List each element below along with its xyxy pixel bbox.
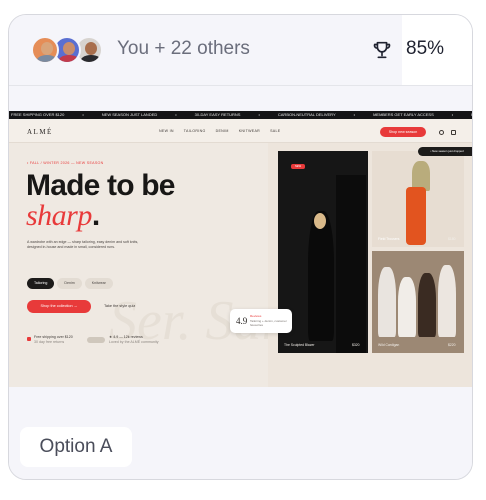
- site-nav: ALMÉ NEW IN TAILORING DENIM KNITWEAR SALE Sh…: [9, 119, 472, 143]
- avatar-face: [63, 42, 75, 55]
- card-header: You + 22 others 85%: [9, 15, 472, 85]
- tile-caption: Wild Cardigan: [378, 343, 400, 347]
- model-group: [378, 267, 396, 337]
- nav-links: NEW IN TAILORING DENIM KNITWEAR SALE: [159, 129, 280, 133]
- new-season-badge: • New season just dropped: [418, 147, 472, 156]
- category-pill: Tailoring: [27, 278, 55, 289]
- ticker-item: FREE SHIPPING: [471, 111, 472, 119]
- shipping-icon: [27, 337, 31, 341]
- site-logo: ALMÉ: [27, 128, 53, 136]
- ticker-item: •: [353, 112, 356, 117]
- hero-description: A wardrobe with an edge — sharp tailorin…: [27, 240, 139, 250]
- model-group: [438, 265, 456, 337]
- nav-link: SALE: [270, 129, 281, 133]
- tile-caption: The Sculpted Blazer: [284, 343, 315, 347]
- new-badge: NEW: [291, 164, 305, 169]
- nav-link: KNITWEAR: [238, 129, 261, 133]
- reviewer-avatars: [87, 337, 105, 343]
- nav-link: TAILORING: [183, 129, 206, 133]
- ticker-item: •: [258, 112, 260, 117]
- rating-title: Reviews: [250, 314, 262, 318]
- rating-subtitle: Tailoring + denim, customer favourites: [250, 319, 287, 327]
- product-collage: NEW The Sculpted Blazer $320 Field Trous…: [268, 143, 472, 387]
- avatar-group: [31, 36, 111, 66]
- avatar-body: [58, 55, 79, 62]
- model-trousers: [406, 187, 426, 245]
- ticker-item: MEMBERS GET EARLY ACCESS: [373, 112, 434, 117]
- tile-price: $320: [352, 343, 360, 347]
- score-box: 85%: [402, 15, 472, 85]
- ticker-item: •: [82, 112, 84, 117]
- ticker-item: CARBON-NEUTRAL DELIVERY: [277, 112, 336, 117]
- category-pill: Denim: [57, 278, 82, 289]
- model-group: [398, 277, 416, 337]
- accent-word: sharp: [26, 199, 92, 232]
- tile-price: $220: [448, 343, 456, 347]
- ticker-item: NEW SEASON JUST LANDED: [101, 112, 158, 117]
- participants-label: You + 22 others: [117, 38, 250, 59]
- hero-headline-accent: sharp.: [26, 199, 100, 233]
- announcement-ticker: FREE SHIPPING OVER $120 • NEW SEASON JUST …: [9, 111, 472, 119]
- tile-backdrop: [336, 175, 366, 353]
- option-card[interactable]: You + 22 others 85% FREE SHIPPING OVER $…: [8, 14, 473, 480]
- model-figure: [308, 211, 334, 341]
- category-pill: Knitwear: [84, 278, 113, 289]
- shop-new-season-button: Shop new season: [380, 127, 426, 137]
- product-tile-cardigan: Wild Cardigan $220: [372, 251, 464, 353]
- nav-link: NEW IN: [159, 129, 174, 133]
- header-divider: [9, 85, 472, 86]
- website-preview: FREE SHIPPING OVER $120 • NEW SEASON JUST …: [9, 111, 472, 387]
- model-head: [314, 213, 326, 229]
- style-quiz-link: Take the style quiz: [104, 304, 136, 308]
- rating-value: 4.9: [236, 316, 248, 326]
- category-pills: Tailoring Denim Knitwear: [27, 278, 113, 289]
- reviews-info: ★ 4.9 — 12k reviews Loved by the ALMÉ co…: [109, 335, 159, 345]
- tile-price: $180: [448, 237, 456, 241]
- tile-caption: Field Trousers: [378, 237, 400, 241]
- option-label[interactable]: Option A: [20, 427, 132, 467]
- ticker-item: •: [451, 112, 454, 117]
- trophy-icon: [373, 41, 391, 59]
- avatar-1: [31, 36, 59, 64]
- avatar-face: [41, 42, 53, 55]
- shop-collection-button: Shop the collection →: [27, 300, 91, 313]
- avatar-body: [36, 55, 57, 62]
- model-group: [418, 273, 436, 337]
- hero-headline: Made to be: [26, 169, 175, 202]
- search-icon: [439, 130, 444, 135]
- shipping-info: Free shipping over $120 30 day free retu…: [34, 335, 73, 345]
- nav-link: DENIM: [215, 129, 229, 133]
- headline-dot: .: [91, 199, 100, 232]
- avatar-body: [80, 55, 101, 62]
- score-percentage: 85%: [406, 38, 445, 59]
- reviews-line-2: Loved by the ALMÉ community: [109, 340, 159, 344]
- product-tile-trousers: Field Trousers $180: [372, 151, 464, 247]
- rating-card: 4.9 Reviews Tailoring + denim, customer …: [230, 309, 292, 333]
- shipping-line-2: 30 day free returns: [34, 340, 65, 344]
- ticker-item: •: [175, 112, 177, 117]
- ticker-item: 30-DAY EASY RETURNS: [194, 112, 241, 117]
- bag-icon: [451, 130, 456, 135]
- ticker-item: FREE SHIPPING OVER $120: [11, 112, 65, 117]
- avatar-face: [85, 42, 97, 55]
- hero-tag: • FALL / WINTER 2026 — NEW SEASON: [27, 161, 104, 165]
